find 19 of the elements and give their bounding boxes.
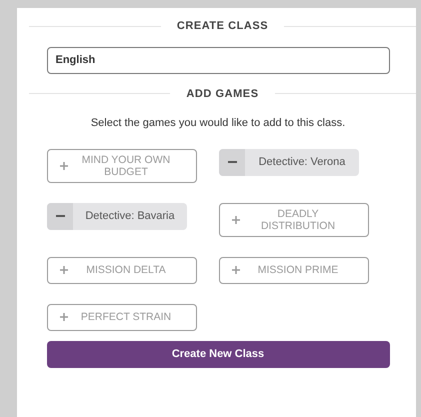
plus-icon [232, 216, 240, 224]
plus-icon [60, 313, 68, 321]
game-toggle[interactable]: Detective: Verona [219, 148, 359, 176]
section-heading: CREATE CLASS [176, 19, 268, 34]
create-class-button[interactable]: Create New Class [46, 340, 390, 368]
instructions-text: Select the games you would like to add to this class. [90, 116, 346, 131]
game-toggle[interactable]: DEADLY DISTRIBUTION [219, 202, 369, 236]
class-name-field[interactable]: English [46, 46, 390, 74]
game-toggle[interactable]: MISSION PRIME [219, 256, 369, 284]
minus-icon [56, 215, 64, 217]
plus-icon [60, 266, 68, 274]
game-toggle[interactable]: Detective: Bavaria [47, 202, 187, 230]
plus-icon [232, 266, 240, 274]
game-toggle[interactable]: MIND YOUR OWN BUDGET [47, 148, 197, 182]
plus-icon [60, 162, 68, 170]
minus-icon [228, 161, 236, 163]
section-heading: ADD GAMES [186, 86, 259, 102]
game-toggle[interactable]: MISSION DELTA [47, 256, 197, 284]
game-toggle[interactable]: PERFECT STRAIN [47, 304, 197, 330]
